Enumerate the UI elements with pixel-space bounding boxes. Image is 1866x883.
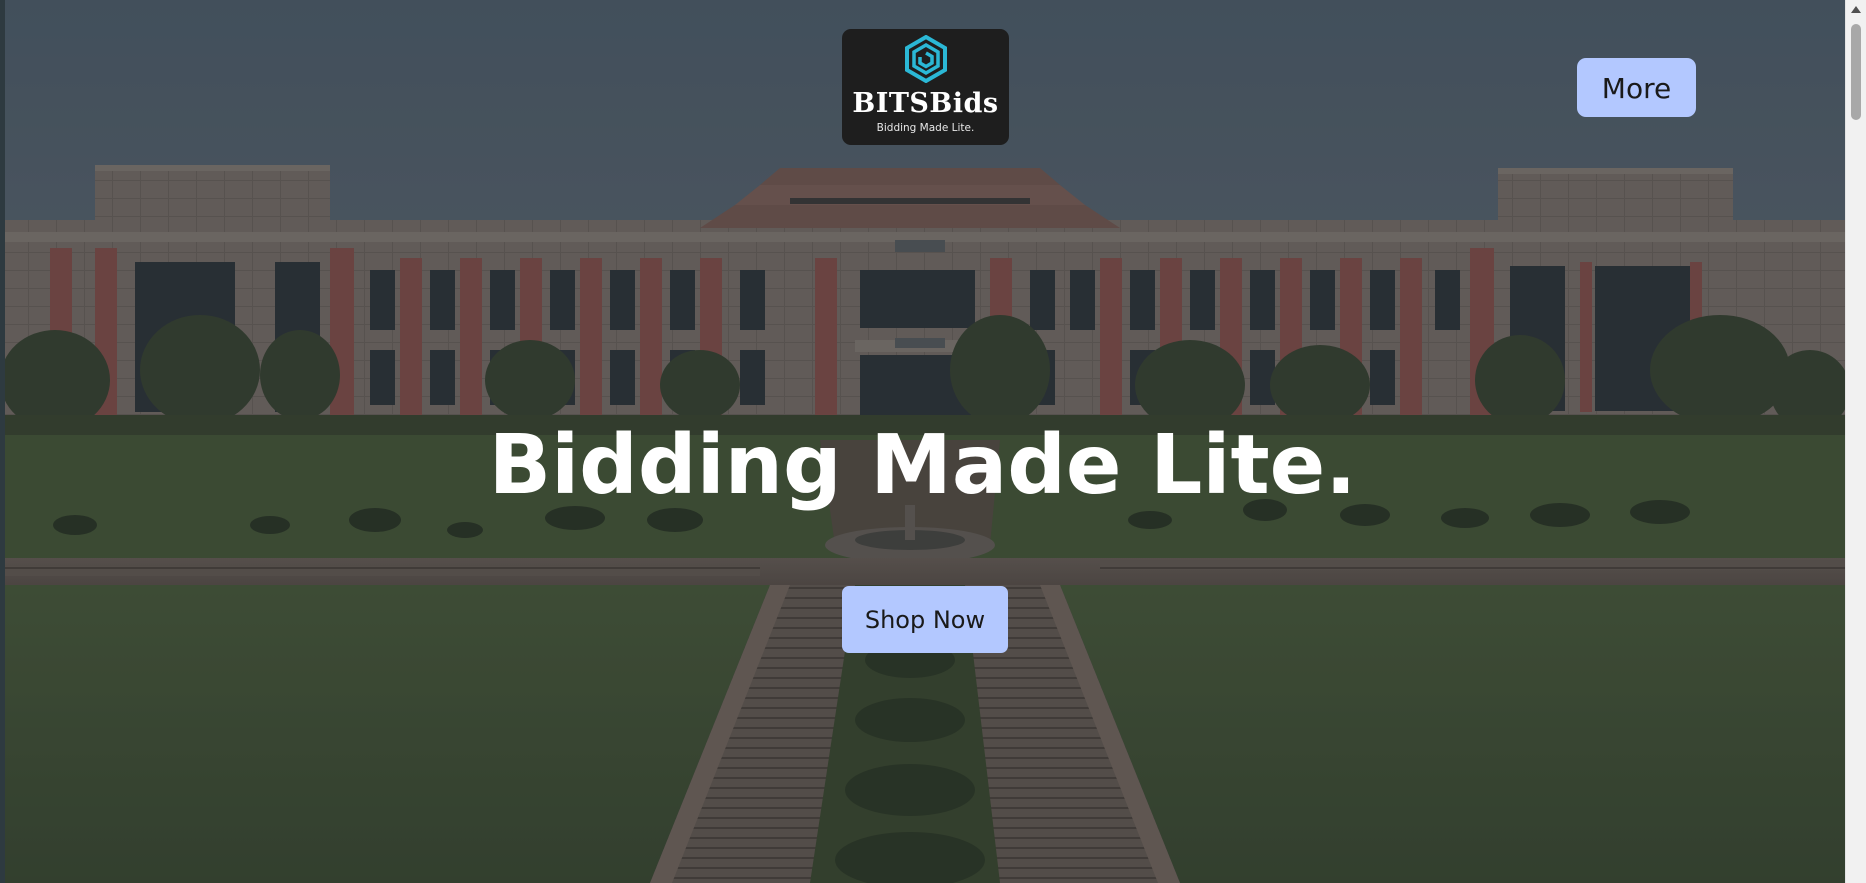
landing-page: BITSBids Bidding Made Lite. More Bidding… [0, 0, 1866, 883]
hero-section: BITSBids Bidding Made Lite. More Bidding… [0, 0, 1845, 883]
scrollbar-thumb[interactable] [1851, 24, 1861, 120]
scroll-up-arrow-icon[interactable] [1851, 6, 1861, 13]
vertical-scrollbar[interactable] [1845, 0, 1866, 883]
brand-tagline: Bidding Made Lite. [876, 122, 975, 134]
more-button[interactable]: More [1577, 58, 1696, 117]
brand-name: BITSBids [852, 88, 999, 119]
hexagon-spiral-icon [905, 35, 947, 83]
hero-headline: Bidding Made Lite. [488, 418, 1357, 513]
shop-now-button[interactable]: Shop Now [842, 586, 1008, 653]
brand-logo[interactable]: BITSBids Bidding Made Lite. [842, 29, 1009, 145]
